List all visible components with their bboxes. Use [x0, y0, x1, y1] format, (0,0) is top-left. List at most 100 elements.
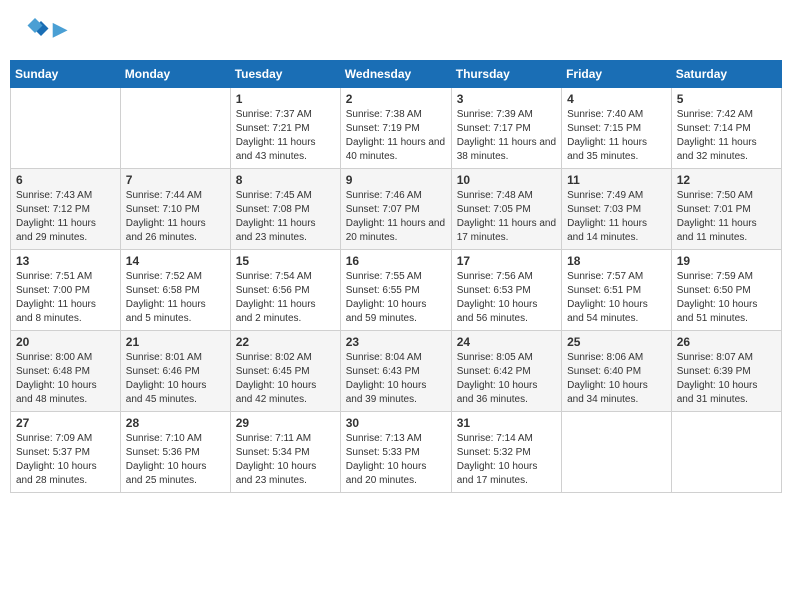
day-info: Sunrise: 7:09 AM Sunset: 5:37 PM Dayligh…: [16, 432, 115, 488]
logo-arrow: ▶: [53, 19, 67, 39]
week-row-0: 1 Sunrise: 7:37 AM Sunset: 7:21 PM Daylig…: [11, 88, 782, 169]
day-number: 12: [677, 173, 776, 187]
day-info: Sunrise: 7:48 AM Sunset: 7:05 PM Dayligh…: [457, 189, 556, 245]
day-number: 30: [346, 416, 446, 430]
day-number: 28: [126, 416, 225, 430]
day-info: Sunrise: 7:59 AM Sunset: 6:50 PM Dayligh…: [677, 270, 776, 326]
day-info: Sunrise: 7:55 AM Sunset: 6:55 PM Dayligh…: [346, 270, 446, 326]
calendar-cell: [671, 412, 781, 493]
day-number: 15: [236, 254, 335, 268]
day-info: Sunrise: 7:14 AM Sunset: 5:32 PM Dayligh…: [457, 432, 556, 488]
calendar-cell: 23 Sunrise: 8:04 AM Sunset: 6:43 PM Dayli…: [340, 331, 451, 412]
day-number: 5: [677, 92, 776, 106]
day-info: Sunrise: 7:50 AM Sunset: 7:01 PM Dayligh…: [677, 189, 776, 245]
week-row-2: 13 Sunrise: 7:51 AM Sunset: 7:00 PM Dayli…: [11, 250, 782, 331]
calendar-cell: 24 Sunrise: 8:05 AM Sunset: 6:42 PM Dayli…: [451, 331, 561, 412]
day-number: 10: [457, 173, 556, 187]
day-number: 27: [16, 416, 115, 430]
day-number: 6: [16, 173, 115, 187]
col-header-sunday: Sunday: [11, 61, 121, 88]
page-header: ▶: [10, 10, 782, 50]
calendar-cell: [11, 88, 121, 169]
day-info: Sunrise: 7:46 AM Sunset: 7:07 PM Dayligh…: [346, 189, 446, 245]
day-number: 8: [236, 173, 335, 187]
day-number: 26: [677, 335, 776, 349]
calendar-cell: 10 Sunrise: 7:48 AM Sunset: 7:05 PM Dayli…: [451, 169, 561, 250]
calendar-cell: 21Sunrise: 8:01 AM Sunset: 6:46 PM Dayli…: [120, 331, 230, 412]
day-number: 31: [457, 416, 556, 430]
day-info: Sunrise: 7:54 AM Sunset: 6:56 PM Dayligh…: [236, 270, 335, 326]
day-info: Sunrise: 7:45 AM Sunset: 7:08 PM Dayligh…: [236, 189, 335, 245]
calendar-cell: 17Sunrise: 7:56 AM Sunset: 6:53 PM Dayli…: [451, 250, 561, 331]
day-number: 29: [236, 416, 335, 430]
calendar-cell: 3Sunrise: 7:39 AM Sunset: 7:17 PM Daylig…: [451, 88, 561, 169]
col-header-friday: Friday: [562, 61, 672, 88]
calendar-cell: 12 Sunrise: 7:50 AM Sunset: 7:01 PM Dayli…: [671, 169, 781, 250]
day-number: 1: [236, 92, 335, 106]
calendar-cell: 5 Sunrise: 7:42 AM Sunset: 7:14 PM Daylig…: [671, 88, 781, 169]
calendar-cell: 4 Sunrise: 7:40 AM Sunset: 7:15 PM Daylig…: [562, 88, 672, 169]
calendar-table: SundayMondayTuesdayWednesdayThursdayFrid…: [10, 60, 782, 493]
day-headers-row: SundayMondayTuesdayWednesdayThursdayFrid…: [11, 61, 782, 88]
day-number: 19: [677, 254, 776, 268]
day-number: 3: [457, 92, 556, 106]
day-number: 16: [346, 254, 446, 268]
day-info: Sunrise: 8:07 AM Sunset: 6:39 PM Dayligh…: [677, 351, 776, 407]
day-info: Sunrise: 7:37 AM Sunset: 7:21 PM Dayligh…: [236, 108, 335, 164]
calendar-cell: 20 Sunrise: 8:00 AM Sunset: 6:48 PM Dayli…: [11, 331, 121, 412]
day-info: Sunrise: 7:43 AM Sunset: 7:12 PM Dayligh…: [16, 189, 115, 245]
day-info: Sunrise: 7:38 AM Sunset: 7:19 PM Dayligh…: [346, 108, 446, 164]
col-header-tuesday: Tuesday: [230, 61, 340, 88]
calendar-cell: 29 Sunrise: 7:11 AM Sunset: 5:34 PM Dayli…: [230, 412, 340, 493]
calendar-cell: 27 Sunrise: 7:09 AM Sunset: 5:37 PM Dayli…: [11, 412, 121, 493]
calendar-cell: 19 Sunrise: 7:59 AM Sunset: 6:50 PM Dayli…: [671, 250, 781, 331]
day-info: Sunrise: 8:02 AM Sunset: 6:45 PM Dayligh…: [236, 351, 335, 407]
calendar-cell: 13 Sunrise: 7:51 AM Sunset: 7:00 PM Dayli…: [11, 250, 121, 331]
week-row-4: 27 Sunrise: 7:09 AM Sunset: 5:37 PM Dayli…: [11, 412, 782, 493]
day-info: Sunrise: 8:05 AM Sunset: 6:42 PM Dayligh…: [457, 351, 556, 407]
logo: ▶: [20, 15, 67, 45]
calendar-body: 1 Sunrise: 7:37 AM Sunset: 7:21 PM Daylig…: [11, 88, 782, 493]
calendar-cell: 22Sunrise: 8:02 AM Sunset: 6:45 PM Dayli…: [230, 331, 340, 412]
day-number: 9: [346, 173, 446, 187]
day-info: Sunrise: 8:04 AM Sunset: 6:43 PM Dayligh…: [346, 351, 446, 407]
day-info: Sunrise: 7:49 AM Sunset: 7:03 PM Dayligh…: [567, 189, 666, 245]
day-info: Sunrise: 7:57 AM Sunset: 6:51 PM Dayligh…: [567, 270, 666, 326]
calendar-cell: 25 Sunrise: 8:06 AM Sunset: 6:40 PM Dayli…: [562, 331, 672, 412]
day-info: Sunrise: 7:51 AM Sunset: 7:00 PM Dayligh…: [16, 270, 115, 326]
col-header-wednesday: Wednesday: [340, 61, 451, 88]
day-info: Sunrise: 7:42 AM Sunset: 7:14 PM Dayligh…: [677, 108, 776, 164]
week-row-1: 6 Sunrise: 7:43 AM Sunset: 7:12 PM Daylig…: [11, 169, 782, 250]
logo-text: ▶: [53, 20, 67, 40]
day-info: Sunrise: 7:13 AM Sunset: 5:33 PM Dayligh…: [346, 432, 446, 488]
calendar-cell: 2 Sunrise: 7:38 AM Sunset: 7:19 PM Daylig…: [340, 88, 451, 169]
day-info: Sunrise: 7:56 AM Sunset: 6:53 PM Dayligh…: [457, 270, 556, 326]
day-info: Sunrise: 7:11 AM Sunset: 5:34 PM Dayligh…: [236, 432, 335, 488]
day-info: Sunrise: 7:10 AM Sunset: 5:36 PM Dayligh…: [126, 432, 225, 488]
day-number: 7: [126, 173, 225, 187]
week-row-3: 20 Sunrise: 8:00 AM Sunset: 6:48 PM Dayli…: [11, 331, 782, 412]
calendar-cell: 28 Sunrise: 7:10 AM Sunset: 5:36 PM Dayli…: [120, 412, 230, 493]
calendar-cell: 6 Sunrise: 7:43 AM Sunset: 7:12 PM Daylig…: [11, 169, 121, 250]
day-number: 25: [567, 335, 666, 349]
calendar-cell: 11Sunrise: 7:49 AM Sunset: 7:03 PM Dayli…: [562, 169, 672, 250]
day-number: 13: [16, 254, 115, 268]
day-number: 23: [346, 335, 446, 349]
day-number: 24: [457, 335, 556, 349]
day-info: Sunrise: 8:06 AM Sunset: 6:40 PM Dayligh…: [567, 351, 666, 407]
calendar-header: SundayMondayTuesdayWednesdayThursdayFrid…: [11, 61, 782, 88]
calendar-cell: 14 Sunrise: 7:52 AM Sunset: 6:58 PM Dayli…: [120, 250, 230, 331]
day-number: 21: [126, 335, 225, 349]
calendar-cell: 30 Sunrise: 7:13 AM Sunset: 5:33 PM Dayli…: [340, 412, 451, 493]
calendar-cell: 31 Sunrise: 7:14 AM Sunset: 5:32 PM Dayli…: [451, 412, 561, 493]
day-number: 20: [16, 335, 115, 349]
day-info: Sunrise: 7:52 AM Sunset: 6:58 PM Dayligh…: [126, 270, 225, 326]
day-info: Sunrise: 8:00 AM Sunset: 6:48 PM Dayligh…: [16, 351, 115, 407]
day-info: Sunrise: 7:40 AM Sunset: 7:15 PM Dayligh…: [567, 108, 666, 164]
day-number: 14: [126, 254, 225, 268]
calendar-cell: 15 Sunrise: 7:54 AM Sunset: 6:56 PM Dayli…: [230, 250, 340, 331]
logo-icon: [20, 15, 50, 45]
day-number: 2: [346, 92, 446, 106]
col-header-saturday: Saturday: [671, 61, 781, 88]
day-number: 4: [567, 92, 666, 106]
